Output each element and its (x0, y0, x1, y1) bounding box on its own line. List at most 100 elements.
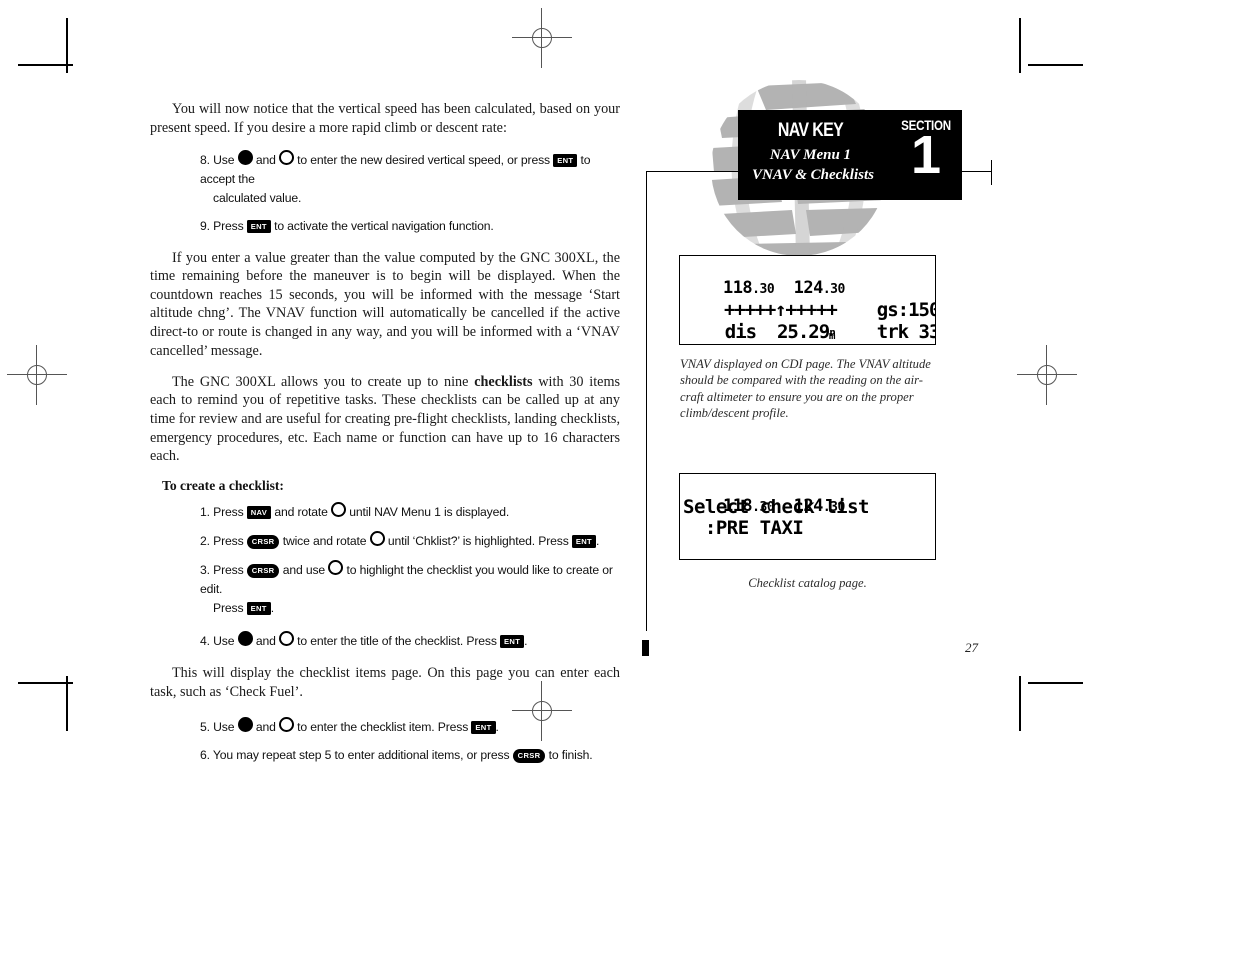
header-rule-right-vertical (991, 160, 992, 185)
small-knob-icon (237, 717, 253, 733)
step-6: 6. You may repeat step 5 to enter additi… (200, 746, 620, 765)
ent-key-icon: ENT (246, 602, 271, 616)
step-8-number: 8. (200, 152, 214, 167)
registration-mark-left (7, 345, 67, 405)
step-2-number: 2. (200, 534, 214, 549)
paragraph-checklists-part-a: The GNC 300XL allows you to create up to… (172, 373, 475, 390)
step-4-text-3: to enter the title of the checklist. Pre… (293, 634, 501, 649)
step-8: 8. Use and to enter the new desired vert… (200, 149, 620, 208)
step-4-text-2: and (252, 634, 279, 649)
ent-key-icon: ENT (471, 721, 496, 735)
step-2-text-1: Press (213, 534, 247, 549)
paragraph-intro: You will now notice that the vertical sp… (150, 101, 620, 136)
crop-mark-top-right-horizontal (1028, 64, 1083, 66)
section-subtitle-1: NAV Menu 1 (769, 147, 852, 163)
step-8-text-3: to enter the new desired vertical speed,… (293, 152, 554, 167)
lcd-screen-cdi-vnav: 118.30 124.30 +++++↑+++++ gs:150KT dis 2… (679, 255, 936, 345)
small-knob-icon (237, 149, 253, 165)
page-edge-marker (642, 640, 649, 656)
section-subtitle-2: VNAV & Checklists (752, 167, 874, 183)
paragraph-vnav-cancel: If you enter a value greater than the va… (150, 249, 620, 359)
ent-key-icon: ENT (571, 535, 596, 549)
vnav-label: vn (877, 342, 899, 344)
step-5-text-2: and (252, 720, 279, 735)
lcd-checklist-item-2: :EMERGENCY (738, 558, 859, 559)
step-2: 2. Press CRSR twice and rotate until ‘Ch… (200, 531, 620, 551)
ent-key-icon: ENT (246, 219, 271, 233)
step-1: 1. Press NAV and rotate until NAV Menu 1… (200, 502, 620, 522)
large-knob-icon (330, 502, 346, 518)
step-4-number: 4. (200, 634, 214, 649)
step-2-text-3: until ‘Chklist?’ is highlighted. Press (384, 534, 572, 549)
step-8-continuation: calculated value. (213, 190, 302, 205)
step-1-text-2: and rotate (271, 505, 331, 520)
step-6-number: 6. (200, 748, 213, 763)
crsr-key-icon: CRSR (512, 748, 546, 763)
lcd-screen-checklist-catalog: 118.30 124.30 Select check list :PRE TAX… (679, 473, 936, 560)
checklists-bold-term: checklists (474, 373, 533, 390)
step-3-text-2: and use (279, 563, 329, 578)
section-header-block: NAV KEY NAV Menu 1 VNAV & Checklists SEC… (738, 110, 962, 200)
step-1-number: 1. (200, 505, 214, 520)
step-5-text-4: . (495, 720, 499, 735)
step-3-continuation: Press ENT. (213, 599, 620, 618)
step-9: 9. Press ENT to activate the vertical na… (200, 217, 620, 236)
step-1-text-3: until NAV Menu 1 is displayed. (345, 505, 510, 520)
step-3-cont-text-1: Press (213, 601, 247, 616)
vnav-gap (898, 342, 908, 344)
body-text-column: You will now notice that the vertical sp… (150, 100, 620, 774)
page-number: 27 (965, 640, 978, 655)
large-knob-icon (278, 149, 294, 165)
crop-mark-bottom-right-horizontal (1028, 682, 1083, 684)
step-9-text-2: to activate the vertical navigation func… (270, 218, 494, 233)
step-6-text-2: to finish. (545, 748, 593, 763)
small-knob-icon (237, 631, 253, 647)
crop-mark-bottom-left-horizontal (18, 682, 73, 684)
step-1-text-1: Press (213, 505, 247, 520)
paragraph-checklists: The GNC 300XL allows you to create up to… (150, 373, 620, 466)
large-knob-icon (278, 717, 294, 733)
lcd-checklist-item-2-row: ↓ :EMERGENCY (683, 536, 859, 559)
ent-key-icon: ENT (500, 635, 525, 649)
registration-mark-right (1017, 345, 1077, 405)
crop-mark-top-left-horizontal (18, 64, 73, 66)
large-knob-icon (278, 631, 294, 647)
section-number: 1 (910, 125, 942, 185)
step-3-cont-text-2: . (270, 601, 274, 616)
crsr-key-icon: CRSR (246, 563, 280, 578)
step-5-text-3: to enter the checklist item. Press (293, 720, 472, 735)
caption-checklist-catalog: Checklist catalog page. (748, 576, 867, 590)
step-9-number: 9. (200, 218, 214, 233)
crop-mark-bottom-right-vertical (1019, 676, 1021, 731)
step-3-text-1: Press (213, 563, 247, 578)
step-3-number: 3. (200, 563, 214, 578)
lcd-vnav-altitude-row: vn 4800FT (835, 320, 935, 344)
nav-key-icon: NAV (246, 506, 272, 520)
large-knob-icon (369, 531, 385, 547)
vnav-value: 4800 (908, 342, 935, 344)
scroll-down-arrow-icon: ↓ (727, 558, 738, 559)
step-4-text-1: Use (213, 634, 238, 649)
step-2-text-2: twice and rotate (279, 534, 370, 549)
step-9-text-1: Press (213, 218, 247, 233)
step-4-text-4: . (524, 634, 528, 649)
section-title: NAV KEY (777, 119, 844, 141)
ent-key-icon: ENT (553, 153, 578, 167)
step-3: 3. Press CRSR and use to highlight the c… (200, 560, 620, 618)
crop-mark-bottom-left-vertical (66, 676, 68, 731)
crop-mark-top-right-vertical (1019, 18, 1021, 73)
step-5-text-1: Use (213, 720, 238, 735)
crsr-key-icon: CRSR (246, 534, 280, 549)
goto-label: go to: (725, 342, 789, 344)
caption-cdi-vnav: VNAV displayed on CDI page. The VNAV alt… (680, 357, 931, 420)
paragraph-items-page: This will display the checklist items pa… (150, 665, 620, 700)
sidebar-divider-line (646, 171, 647, 631)
step-8-text-2: and (252, 152, 279, 167)
lcd-goto-row: go to:KOMA (683, 320, 830, 344)
step-6-text-1: You may repeat step 5 to enter additiona… (212, 748, 513, 763)
lcd-checklist-title: Select check list (683, 496, 869, 518)
procedure-heading: To create a checklist: (162, 478, 284, 494)
registration-mark-top (512, 8, 572, 68)
goto-waypoint: KOMA (787, 342, 830, 344)
large-knob-icon (328, 560, 344, 576)
